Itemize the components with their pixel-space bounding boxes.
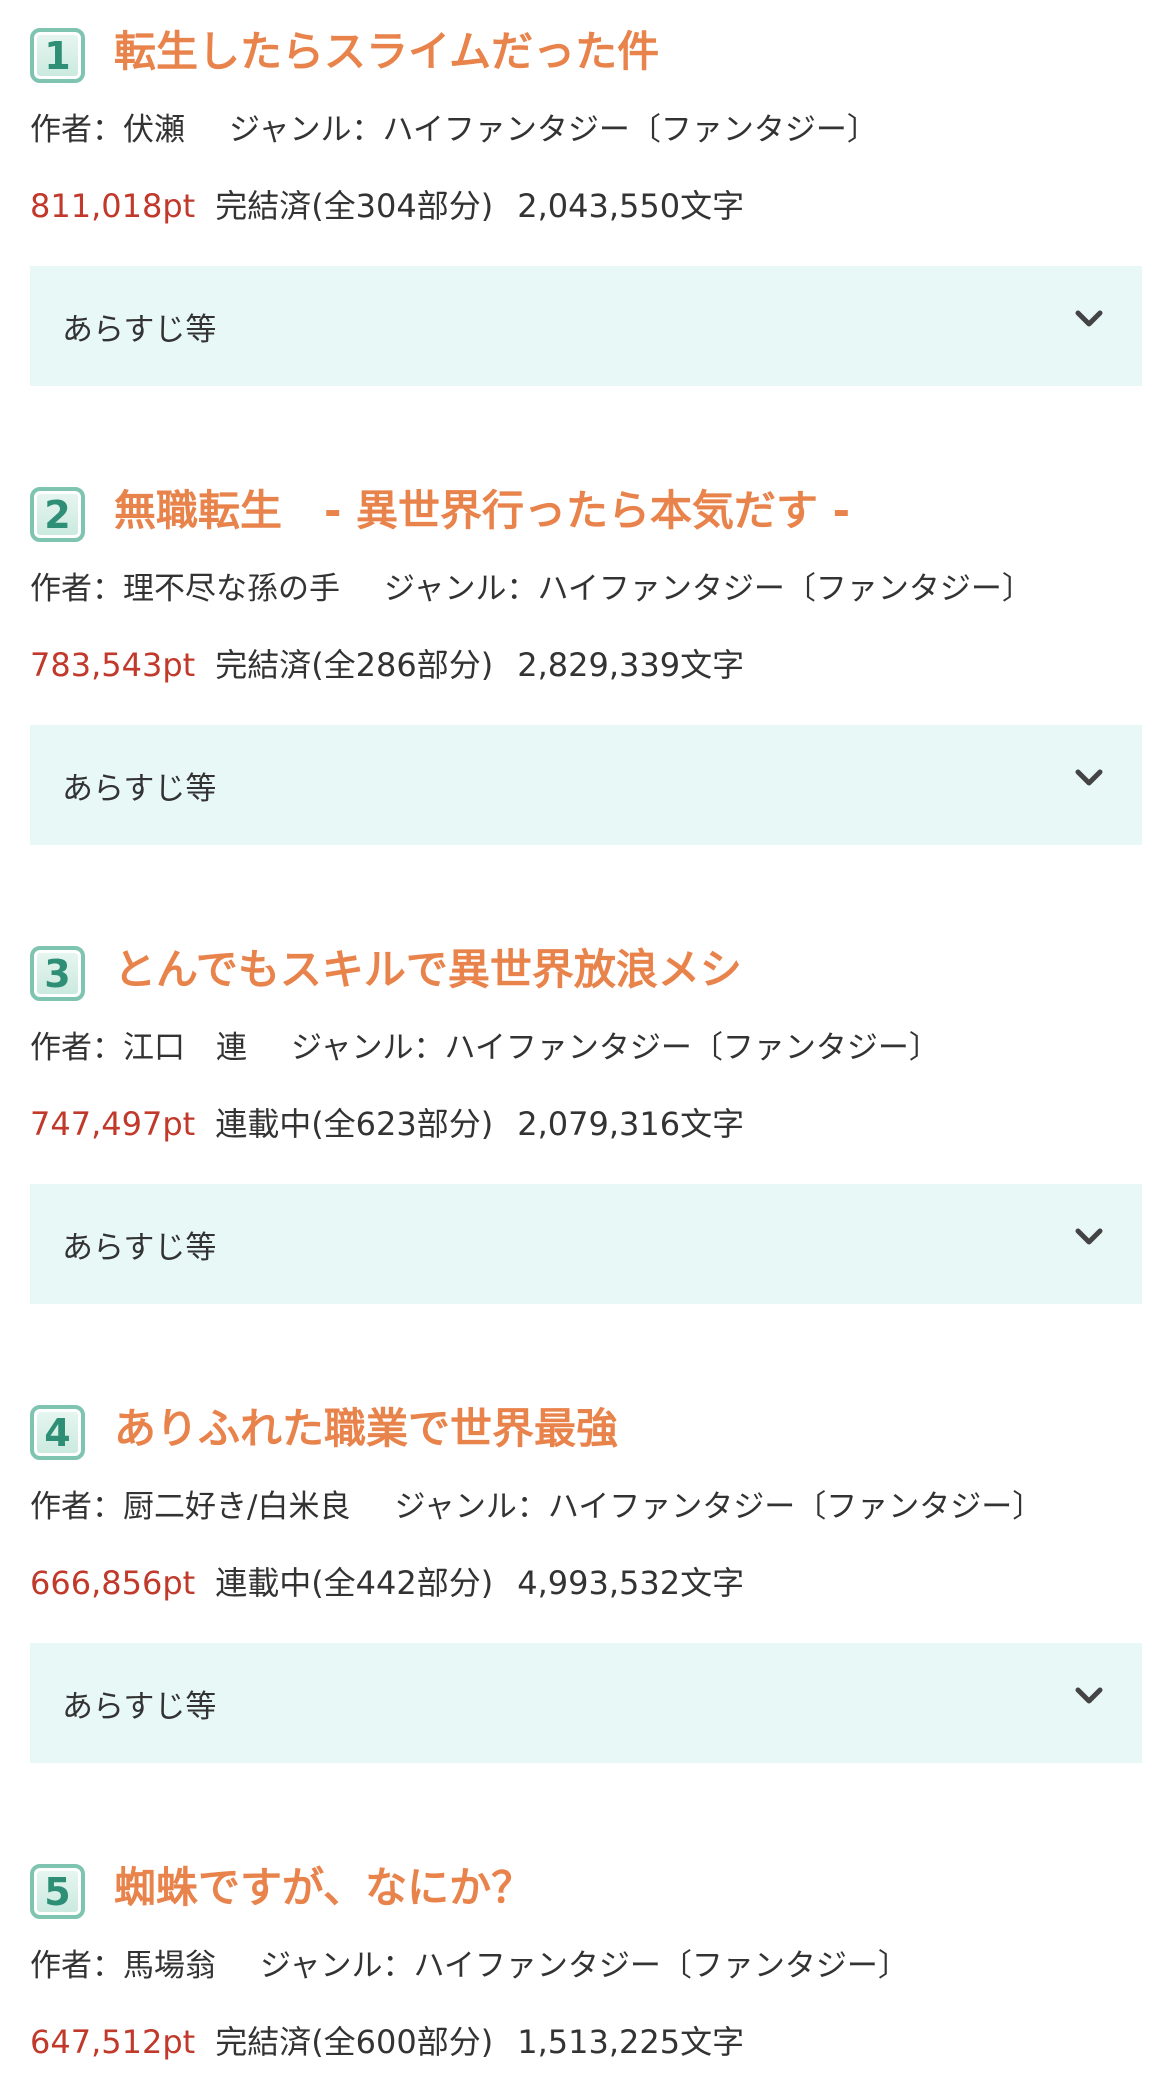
novel-title-link[interactable]: 転生したらスライムだった件 [114,24,659,80]
char-count: 2,829,339文字 [517,646,745,684]
points-value: 747,497pt [30,1105,196,1143]
author-genre-line: 作者：理不尽な孫の手 ジャンル：ハイファンタジー〔ファンタジー〕 [30,569,1033,609]
genre-label: ジャンル： [260,1948,414,1984]
points-value: 647,512pt [30,2023,196,2061]
author-name[interactable]: 理不尽な孫の手 [123,571,340,607]
synopsis-toggle[interactable]: あらすじ等 [30,1643,1142,1763]
author-genre-line: 作者：厨二好き/白米良 ジャンル：ハイファンタジー〔ファンタジー〕 [30,1487,1043,1527]
novel-title-link[interactable]: ありふれた職業で世界最強 [114,1401,618,1457]
chevron-down-icon [1075,1228,1103,1245]
status-value: 完結済(全286部分) [215,646,494,684]
genre-label: ジャンル： [394,1489,548,1525]
rank-badge: 4 [30,1405,85,1460]
ranking-list: 1 転生したらスライムだった件 作者：伏瀬 ジャンル：ハイファンタジー〔ファンタジ… [0,0,1170,2097]
stats-line: 647,512pt 完結済(全600部分) 1,513,225文字 [30,2021,744,2063]
novel-title-link[interactable]: 蜘蛛ですが、なにか？ [114,1860,533,1916]
genre-value[interactable]: ハイファンタジー〔ファンタジー〕 [537,571,1032,607]
rank-badge: 1 [30,28,85,83]
author-label: 作者： [30,571,123,607]
author-name[interactable]: 江口 連 [123,1030,247,1066]
author-name[interactable]: 馬場翁 [123,1948,216,1984]
rank-number: 5 [44,1869,71,1914]
char-count: 1,513,225文字 [517,2023,745,2061]
stats-line: 811,018pt 完結済(全304部分) 2,043,550文字 [30,185,744,227]
status-value: 完結済(全600部分) [215,2023,494,2061]
chevron-down-icon [1075,310,1103,327]
synopsis-toggle[interactable]: あらすじ等 [30,725,1142,845]
synopsis-toggle[interactable]: あらすじ等 [30,1184,1142,1304]
genre-value[interactable]: ハイファンタジー〔ファンタジー〕 [548,1489,1043,1525]
genre-value[interactable]: ハイファンタジー〔ファンタジー〕 [413,1948,908,1984]
novel-title-link[interactable]: 無職転生 - 異世界行ったら本気だす - [114,483,850,539]
author-label: 作者： [30,112,123,148]
points-value: 666,856pt [30,1564,196,1602]
synopsis-label: あらすじ等 [62,311,217,348]
rank-number: 3 [44,951,71,996]
rank-number: 1 [44,33,71,78]
char-count: 4,993,532文字 [517,1564,745,1602]
genre-label: ジャンル： [384,571,538,607]
rank-badge: 2 [30,487,85,542]
genre-label: ジャンル： [291,1030,445,1066]
author-label: 作者： [30,1030,123,1066]
novel-title-link[interactable]: とんでもスキルで異世界放浪メシ [114,942,742,998]
rank-number: 2 [44,492,71,537]
synopsis-label: あらすじ等 [62,1229,217,1266]
author-genre-line: 作者：馬場翁 ジャンル：ハイファンタジー〔ファンタジー〕 [30,1946,909,1986]
author-name[interactable]: 伏瀬 [123,112,185,148]
genre-value[interactable]: ハイファンタジー〔ファンタジー〕 [382,112,877,148]
status-value: 連載中(全623部分) [215,1105,494,1143]
rank-badge: 5 [30,1864,85,1919]
synopsis-label: あらすじ等 [62,770,217,807]
char-count: 2,043,550文字 [517,187,745,225]
genre-value[interactable]: ハイファンタジー〔ファンタジー〕 [444,1030,939,1066]
author-label: 作者： [30,1948,123,1984]
status-value: 完結済(全304部分) [215,187,494,225]
author-genre-line: 作者：江口 連 ジャンル：ハイファンタジー〔ファンタジー〕 [30,1028,940,1068]
rank-badge: 3 [30,946,85,1001]
synopsis-label: あらすじ等 [62,1688,217,1725]
genre-label: ジャンル： [229,112,383,148]
chevron-down-icon [1075,769,1103,786]
stats-line: 747,497pt 連載中(全623部分) 2,079,316文字 [30,1103,744,1145]
status-value: 連載中(全442部分) [215,1564,494,1602]
author-name[interactable]: 厨二好き/白米良 [123,1489,350,1525]
chevron-down-icon [1075,1687,1103,1704]
rank-number: 4 [44,1410,71,1455]
author-label: 作者： [30,1489,123,1525]
synopsis-toggle[interactable]: あらすじ等 [30,266,1142,386]
points-value: 811,018pt [30,187,196,225]
stats-line: 783,543pt 完結済(全286部分) 2,829,339文字 [30,644,744,686]
char-count: 2,079,316文字 [517,1105,745,1143]
stats-line: 666,856pt 連載中(全442部分) 4,993,532文字 [30,1562,744,1604]
points-value: 783,543pt [30,646,196,684]
author-genre-line: 作者：伏瀬 ジャンル：ハイファンタジー〔ファンタジー〕 [30,110,878,150]
